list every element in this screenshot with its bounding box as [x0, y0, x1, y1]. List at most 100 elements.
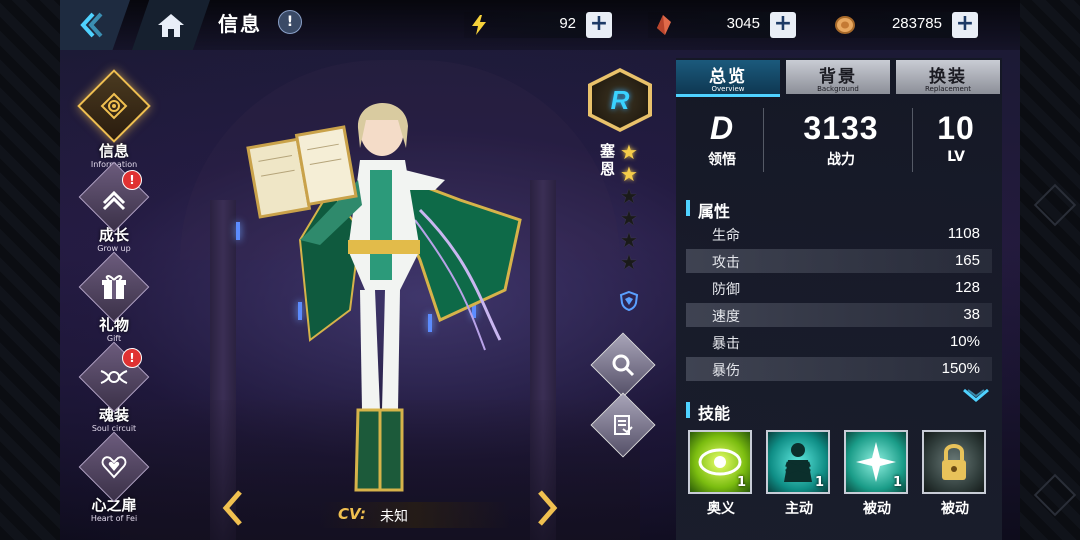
alert-badge-icon: !: [122, 170, 142, 190]
comprehension-grade: D: [709, 110, 735, 146]
skill-slot-ultimate[interactable]: 1 奥义: [688, 430, 754, 518]
grow-up-icon: [102, 190, 126, 211]
frame-deco: [1033, 473, 1077, 517]
attributes-heading: 属性: [686, 198, 730, 222]
attribute-value: 1108: [947, 225, 980, 242]
energy-icon: [472, 15, 486, 35]
frame-deco: [1033, 183, 1077, 227]
attribute-name: 速度: [712, 309, 740, 325]
character-model[interactable]: [230, 90, 530, 500]
summary-stats: D 领悟 3133 战力 10 LV: [676, 100, 1002, 184]
add-crystal-button[interactable]: +: [770, 12, 796, 38]
left-letterbox: [0, 0, 60, 540]
expand-attributes-chevron-icon[interactable]: [962, 388, 990, 404]
attribute-value: 165: [954, 252, 980, 269]
resource-energy: 92 +: [464, 12, 612, 38]
menu-item-gift[interactable]: 礼物 Gift: [78, 251, 150, 343]
resource-coin: 283785 +: [830, 12, 978, 38]
skill-level: 1: [814, 475, 824, 490]
info-eye-icon: [100, 92, 128, 120]
card-icon: [614, 415, 633, 435]
comprehension-label: 领悟: [708, 152, 736, 168]
attribute-row: 速度 38: [686, 303, 992, 327]
skill-label: 奥义: [707, 501, 735, 517]
menu-icon-frame: [78, 251, 150, 323]
top-bar: 信息 ! 92 + 3045 + 283785 +: [60, 0, 1020, 50]
crystal-value: 3045: [726, 15, 760, 32]
tab-label: 换装: [929, 67, 967, 87]
menu-icon-frame: [78, 431, 150, 503]
level-stat: 10 LV: [916, 100, 996, 184]
skills-heading: 技能: [686, 400, 730, 424]
skill-level: 1: [892, 475, 902, 490]
page-title: 信息: [218, 12, 262, 36]
alert-badge-icon: !: [122, 348, 142, 368]
cv-value: 未知: [380, 509, 408, 525]
level-value: 10: [937, 110, 975, 146]
attribute-name: 防御: [712, 282, 740, 298]
skill-icon: [922, 430, 986, 494]
coin-value: 283785: [891, 15, 942, 32]
add-energy-button[interactable]: +: [586, 12, 612, 38]
star-empty-icon: ★: [620, 250, 638, 274]
skill-icon: 1: [766, 430, 830, 494]
help-icon[interactable]: !: [278, 10, 302, 34]
attribute-name: 暴伤: [712, 363, 740, 379]
attribute-row: 暴伤 150%: [686, 357, 992, 381]
lock-icon: [942, 444, 966, 480]
character-name: 塞恩: [600, 142, 616, 178]
attribute-name: 攻击: [712, 255, 740, 271]
skill-icon: 1: [688, 430, 752, 494]
back-arrow-icon: [80, 12, 103, 38]
skill-slot-passive[interactable]: 1 被动: [844, 430, 910, 518]
skill-slot-active[interactable]: 1 主动: [766, 430, 832, 518]
attribute-name: 生命: [712, 228, 740, 244]
attribute-row: 生命 1108: [686, 222, 992, 246]
energy-value: 92: [559, 15, 576, 32]
star-filled-icon: ★: [620, 140, 638, 164]
star-filled-icon: ★: [620, 162, 638, 186]
add-coin-button[interactable]: +: [952, 12, 978, 38]
tab-overview[interactable]: 总览 Overview: [676, 60, 780, 97]
comprehension-stat: D 领悟: [682, 100, 762, 184]
tab-sublabel: Replacement: [925, 85, 971, 93]
voice-actor-bar: CV: 未知: [320, 502, 510, 528]
skill-label: 被动: [941, 501, 969, 517]
attribute-value: 10%: [949, 333, 980, 350]
magnifier-icon: [612, 354, 635, 377]
right-letterbox: [1020, 0, 1080, 540]
resource-crystal: 3045 +: [648, 12, 796, 38]
rarity-letter: R: [610, 84, 630, 115]
menu-label: 信息: [98, 142, 129, 160]
menu-icon-frame: [77, 69, 151, 143]
skill-label: 主动: [785, 501, 813, 517]
skill-icon: 1: [844, 430, 908, 494]
home-icon: [158, 14, 184, 37]
shield-icon: [619, 290, 639, 312]
tab-label: 背景: [819, 67, 857, 87]
attribute-row: 暴击 10%: [686, 330, 992, 354]
tab-sublabel: Overview: [711, 85, 745, 93]
attribute-value: 38: [963, 306, 980, 323]
power-value: 3133: [803, 110, 879, 146]
cv-label: CV:: [338, 505, 366, 523]
star-empty-icon: ★: [620, 184, 638, 208]
skill-label: 被动: [863, 501, 891, 517]
next-character-button[interactable]: [534, 490, 558, 526]
skill-level: 1: [736, 475, 746, 490]
skill-slot-passive-locked[interactable]: 被动: [922, 430, 988, 518]
power-stat: 3133 战力: [776, 100, 906, 184]
menu-item-information[interactable]: 信息 Information: [77, 69, 151, 169]
heart-icon: [101, 456, 127, 479]
menu-item-heart-of-fei[interactable]: 心之扉 Heart of Fei: [78, 431, 150, 523]
star-empty-icon: ★: [620, 228, 638, 252]
coin-icon: [835, 16, 855, 34]
previous-character-button[interactable]: [222, 490, 246, 526]
tab-label: 总览: [709, 67, 747, 87]
menu-sublabel: Heart of Fei: [90, 514, 138, 523]
tab-background[interactable]: 背景 Background: [786, 60, 890, 94]
tab-replacement[interactable]: 换装 Replacement: [896, 60, 1000, 94]
home-button[interactable]: [132, 0, 210, 50]
back-button[interactable]: [60, 0, 130, 50]
power-label: 战力: [827, 152, 855, 168]
